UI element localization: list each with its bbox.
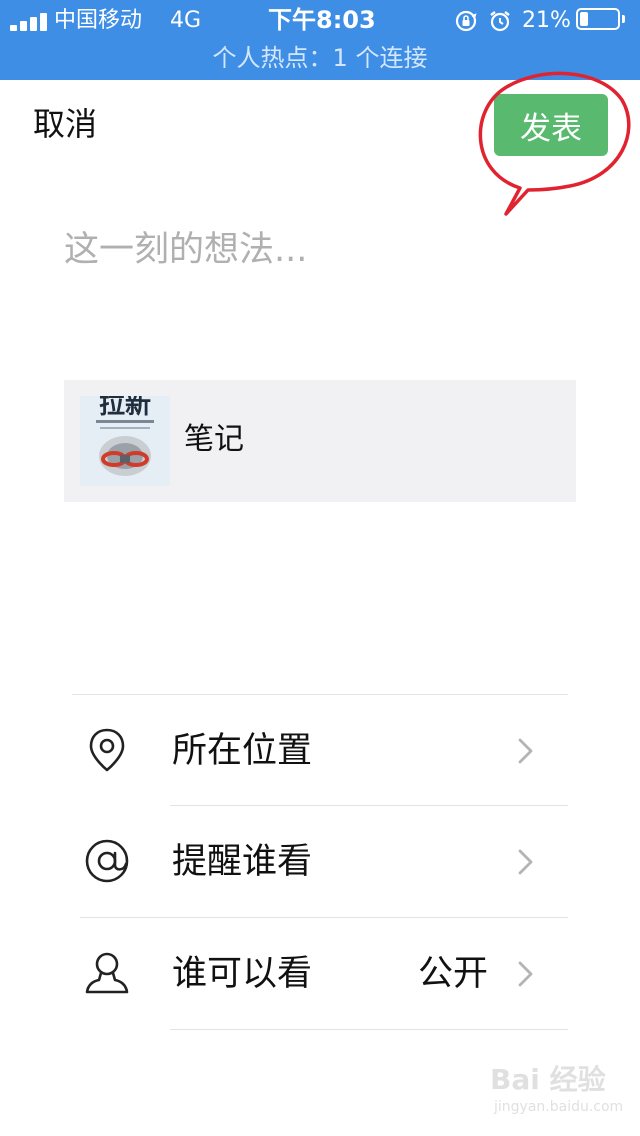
battery-level-fill: [580, 12, 588, 26]
options-bottom-divider: [170, 1029, 568, 1030]
publish-button[interactable]: 发表: [494, 94, 608, 156]
location-label: 所在位置: [172, 731, 313, 771]
visibility-label: 谁可以看: [172, 954, 313, 994]
mention-label: 提醒谁看: [172, 842, 313, 882]
alarm-clock-icon: [490, 11, 510, 32]
at-mention-icon: [85, 839, 129, 883]
mention-option[interactable]: 提醒谁看: [72, 806, 568, 916]
watermark-brand: Bai 经验: [490, 1063, 606, 1096]
article-title: 笔记: [184, 422, 244, 457]
status-bar: 中国移动 4G 下午8:03 21% 个人热点：1 个连接: [0, 0, 640, 80]
location-option[interactable]: 所在位置: [72, 695, 568, 805]
thought-input[interactable]: [64, 220, 584, 280]
thumbnail-title: 拉新: [98, 396, 151, 420]
status-time: 下午8:03: [268, 6, 376, 34]
cellular-signal-icon: [10, 13, 48, 31]
carrier-name: 中国移动: [54, 8, 143, 33]
baidu-jingyan-watermark: Bai 经验 jingyan.baidu.com: [490, 1062, 624, 1122]
article-thumbnail: 拉新: [80, 396, 170, 486]
hotspot-banner[interactable]: 个人热点：1 个连接: [0, 40, 640, 76]
battery-percentage: 21%: [522, 8, 571, 33]
location-pin-icon: [89, 728, 125, 772]
chevron-right-icon: [518, 849, 533, 875]
visibility-value: 公开: [417, 954, 488, 994]
battery-tip: [622, 15, 625, 23]
network-type: 4G: [170, 8, 202, 33]
watermark-site: jingyan.baidu.com: [494, 1099, 624, 1115]
visibility-option[interactable]: 谁可以看 公开: [72, 918, 568, 1028]
rotation-lock-icon: [455, 10, 477, 32]
battery-icon: [576, 8, 620, 30]
chevron-right-icon: [518, 738, 533, 764]
shared-article-card[interactable]: 拉新 笔记: [64, 380, 576, 502]
chevron-right-icon: [518, 961, 533, 987]
cancel-button[interactable]: 取消: [33, 102, 97, 146]
person-icon: [85, 952, 129, 994]
